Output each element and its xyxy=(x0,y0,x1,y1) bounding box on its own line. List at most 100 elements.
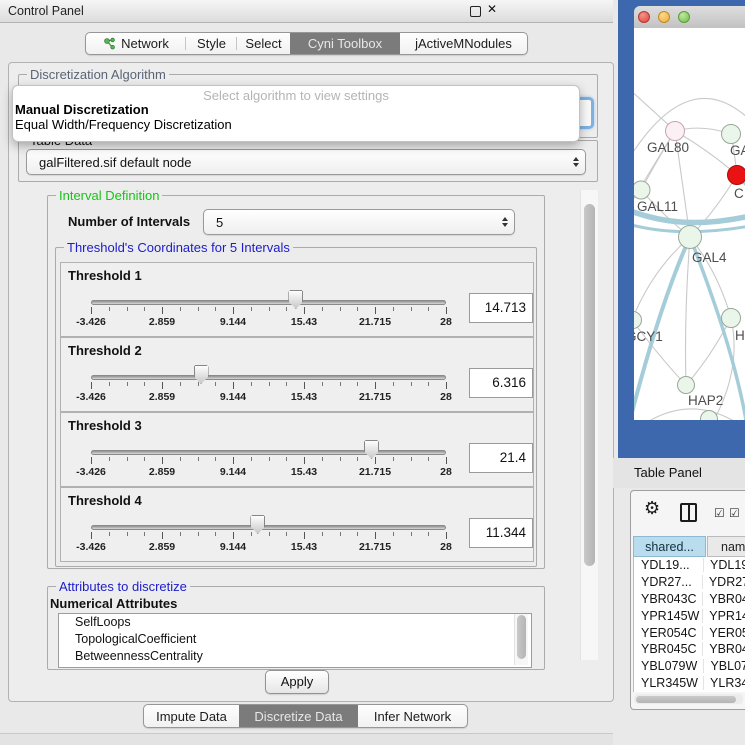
slider-track[interactable] xyxy=(91,450,446,455)
cell-name: YLR34 xyxy=(704,676,745,690)
slider-track[interactable] xyxy=(91,300,446,305)
menu-item-equal-width-frequency-discretization[interactable]: Equal Width/Frequency Discretization xyxy=(15,117,232,132)
slider-thumb[interactable] xyxy=(364,440,379,459)
network-node[interactable] xyxy=(634,181,650,199)
tick-label: 2.859 xyxy=(137,541,187,553)
network-node[interactable] xyxy=(701,411,718,421)
network-node[interactable] xyxy=(634,312,642,329)
minimize-button[interactable] xyxy=(658,11,670,23)
scrollbar-thumb[interactable] xyxy=(517,615,526,659)
checkbox-icon[interactable]: ☑ xyxy=(714,506,725,520)
network-canvas[interactable]: GAL80GACGAL11GAL4GCY1HHAP2 xyxy=(634,28,745,420)
node-label: GA xyxy=(730,143,745,158)
tab-cyni-toolbox[interactable]: Cyni Toolbox xyxy=(290,33,400,54)
popup-hint: Select algorithm to view settings xyxy=(13,88,579,103)
gear-icon[interactable]: ⚙ xyxy=(644,498,660,519)
close-icon[interactable]: ✕ xyxy=(487,2,497,16)
node-table: YDL19...YDL19YDR27...YDR27YBR043CYBR04YP… xyxy=(633,557,745,692)
table-row[interactable]: YER054CYER05 xyxy=(634,624,745,641)
threshold-label: Threshold 1 xyxy=(68,268,142,283)
tab-impute-data[interactable]: Impute Data xyxy=(144,705,239,727)
cell-name: YDR27 xyxy=(703,575,745,589)
tick-mark xyxy=(180,307,181,311)
tick-mark xyxy=(357,307,358,311)
tick-mark xyxy=(340,532,341,536)
apply-button[interactable]: Apply xyxy=(265,670,329,694)
network-edge xyxy=(634,88,672,128)
table-row[interactable]: YBR043CYBR04 xyxy=(634,591,745,608)
tick-mark xyxy=(180,532,181,536)
slider-thumb[interactable] xyxy=(288,290,303,309)
tick-mark xyxy=(375,532,376,539)
tick-mark xyxy=(162,382,163,389)
tick-mark xyxy=(144,307,145,311)
tab-style[interactable]: Style xyxy=(186,33,237,54)
tab-infer-network[interactable]: Infer Network xyxy=(358,705,467,727)
table-data-combo[interactable]: galFiltered.sif default node xyxy=(26,149,586,175)
threshold-value-field[interactable]: 6.316 xyxy=(469,368,533,398)
tab-network[interactable]: Network xyxy=(86,33,186,54)
tick-mark xyxy=(446,532,447,539)
combo-stepper-icon xyxy=(496,217,514,227)
slider-track[interactable] xyxy=(91,525,446,530)
network-node[interactable] xyxy=(666,122,685,141)
zoom-button[interactable] xyxy=(678,11,690,23)
tick-label: 28 xyxy=(421,466,471,478)
tick-mark xyxy=(411,457,412,461)
table-row[interactable]: YDR27...YDR27 xyxy=(634,574,745,591)
scrollbar-thumb[interactable] xyxy=(584,204,595,566)
close-button[interactable] xyxy=(638,11,650,23)
cell-shared-name: YBR043C xyxy=(634,592,703,606)
column-header-shared[interactable]: shared... xyxy=(633,536,706,557)
list-item[interactable]: TopologicalCoefficient xyxy=(59,631,531,648)
list-scrollbar[interactable] xyxy=(514,614,528,665)
tick-label: -3.426 xyxy=(66,466,116,478)
column-header-name[interactable]: name xyxy=(707,536,745,557)
tick-mark xyxy=(127,457,128,461)
tick-mark xyxy=(180,382,181,386)
tick-label: 9.144 xyxy=(208,466,258,478)
threshold-value-field[interactable]: 21.4 xyxy=(469,443,533,473)
table-panel-title: Table Panel xyxy=(634,465,702,480)
tab-jactivemnodules[interactable]: jActiveMNodules xyxy=(400,33,527,54)
table-hscrollbar[interactable] xyxy=(634,694,743,704)
table-row[interactable]: YDL19...YDL19 xyxy=(634,557,745,574)
slider-thumb[interactable] xyxy=(194,365,209,384)
scrollbar-thumb[interactable] xyxy=(636,696,736,703)
checkbox-icon[interactable]: ☑ xyxy=(729,506,740,520)
network-node[interactable] xyxy=(678,377,695,394)
table-row[interactable]: YIL052CYIL05 xyxy=(634,691,745,692)
list-item[interactable]: BetweennessCentrality xyxy=(59,648,531,665)
table-row[interactable]: YPR145WYPR14 xyxy=(634,607,745,624)
tick-mark xyxy=(127,382,128,386)
list-item[interactable]: SelfLoops xyxy=(59,614,531,631)
number-of-intervals-combo[interactable]: 5 xyxy=(203,209,515,235)
tick-mark xyxy=(251,307,252,311)
tab-select[interactable]: Select xyxy=(237,33,290,54)
tab-discretize-data[interactable]: Discretize Data xyxy=(239,705,358,727)
table-row[interactable]: YLR345WYLR34 xyxy=(634,675,745,692)
threshold-value-field[interactable]: 14.713 xyxy=(469,293,533,323)
threshold-panel: Threshold 2-3.4262.8599.14415.4321.71528… xyxy=(60,337,534,412)
panel-title: Control Panel xyxy=(8,4,84,18)
tick-label: 2.859 xyxy=(137,391,187,403)
float-window-icon[interactable] xyxy=(470,6,481,17)
tick-label: 28 xyxy=(421,316,471,328)
slider-thumb[interactable] xyxy=(250,515,265,534)
tick-mark xyxy=(109,457,110,461)
tick-mark xyxy=(91,382,92,389)
tick-mark xyxy=(233,307,234,314)
table-row[interactable]: YBL079WYBL07 xyxy=(634,658,745,675)
network-node[interactable] xyxy=(722,125,741,144)
panel-scrollbar[interactable] xyxy=(580,190,598,660)
threshold-value-field[interactable]: 11.344 xyxy=(469,518,533,548)
menu-item-manual-discretization[interactable]: Manual Discretization xyxy=(15,102,149,117)
columns-icon[interactable] xyxy=(680,503,697,522)
network-node[interactable] xyxy=(722,309,741,328)
tick-mark xyxy=(251,382,252,386)
slider-track[interactable] xyxy=(91,375,446,380)
network-node[interactable] xyxy=(728,166,745,185)
tick-mark xyxy=(233,457,234,464)
network-node[interactable] xyxy=(679,226,702,249)
table-row[interactable]: YBR045CYBR04 xyxy=(634,641,745,658)
